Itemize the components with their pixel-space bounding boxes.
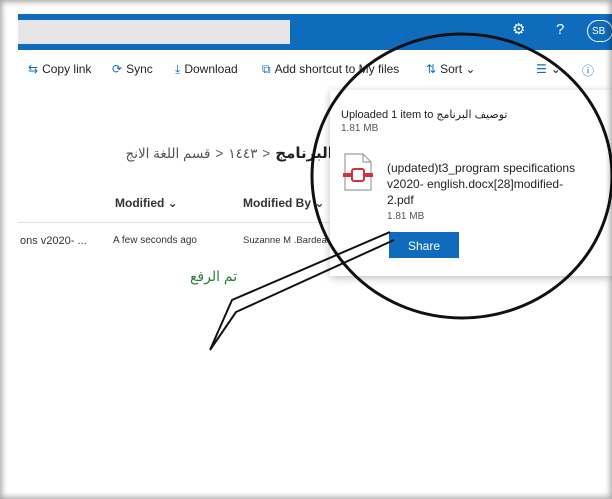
help-icon[interactable]: ? (556, 20, 564, 40)
chevron-down-icon: ⌄ (550, 62, 561, 76)
column-header-modified[interactable]: Modified ⌄ (115, 196, 178, 210)
row-file-name[interactable]: ons v2020- ... (20, 235, 87, 247)
download-icon: ⤓ (175, 62, 181, 76)
avatar[interactable]: SB (587, 20, 612, 42)
copy-link-label: Copy link (42, 62, 92, 76)
add-shortcut-label: Add shortcut to My files (274, 62, 400, 76)
sort-icon: ⇅ (426, 62, 437, 76)
info-icon[interactable]: ⓘ (582, 62, 594, 79)
annotation-text: تم الرفع (190, 268, 238, 284)
link-icon: ⇆ (28, 62, 39, 76)
uploaded-file-name[interactable]: (updated)t3_program specifications v2020… (387, 160, 587, 208)
download-label: Download (184, 62, 238, 76)
add-shortcut-button[interactable]: ⧉ Add shortcut to My files (262, 62, 399, 77)
row-modified-by: Suzanne M .Bardea (243, 235, 327, 246)
upload-title: Uploaded 1 item to توصيف البرنامج (341, 109, 508, 121)
sync-button[interactable]: ⟳ Sync (112, 62, 153, 76)
sort-button[interactable]: ⇅ Sort ⌄ (426, 62, 475, 76)
column-header-modified-by[interactable]: Modified By ⌄ (243, 196, 324, 210)
view-options-button[interactable]: ☰ ⌄ (536, 62, 561, 76)
breadcrumb-separator: < (262, 146, 271, 161)
breadcrumb-item-dept[interactable]: قسم اللغة الانج (126, 146, 211, 161)
chevron-down-icon: ⌄ (465, 62, 476, 76)
row-modified: A few seconds ago (113, 235, 197, 246)
share-button[interactable]: Share (389, 232, 459, 258)
upload-total-size: 1.81 MB (341, 123, 379, 134)
shortcut-icon: ⧉ (262, 62, 271, 76)
sync-label: Sync (126, 62, 153, 76)
breadcrumb-item-year[interactable]: ١٤٤٣ (228, 146, 257, 161)
pdf-file-icon (343, 153, 373, 191)
breadcrumb-separator: < (215, 146, 224, 161)
gear-icon[interactable]: ⚙ (512, 20, 525, 40)
list-view-icon: ☰ (536, 62, 547, 76)
search-box[interactable] (18, 20, 290, 44)
copy-link-button[interactable]: ⇆ Copy link (28, 62, 91, 76)
uploaded-file-size: 1.81 MB (387, 211, 425, 222)
download-button[interactable]: ⤓ Download (175, 62, 238, 77)
sort-label: Sort (440, 62, 463, 76)
row-divider (18, 222, 338, 223)
sync-icon: ⟳ (112, 62, 123, 76)
